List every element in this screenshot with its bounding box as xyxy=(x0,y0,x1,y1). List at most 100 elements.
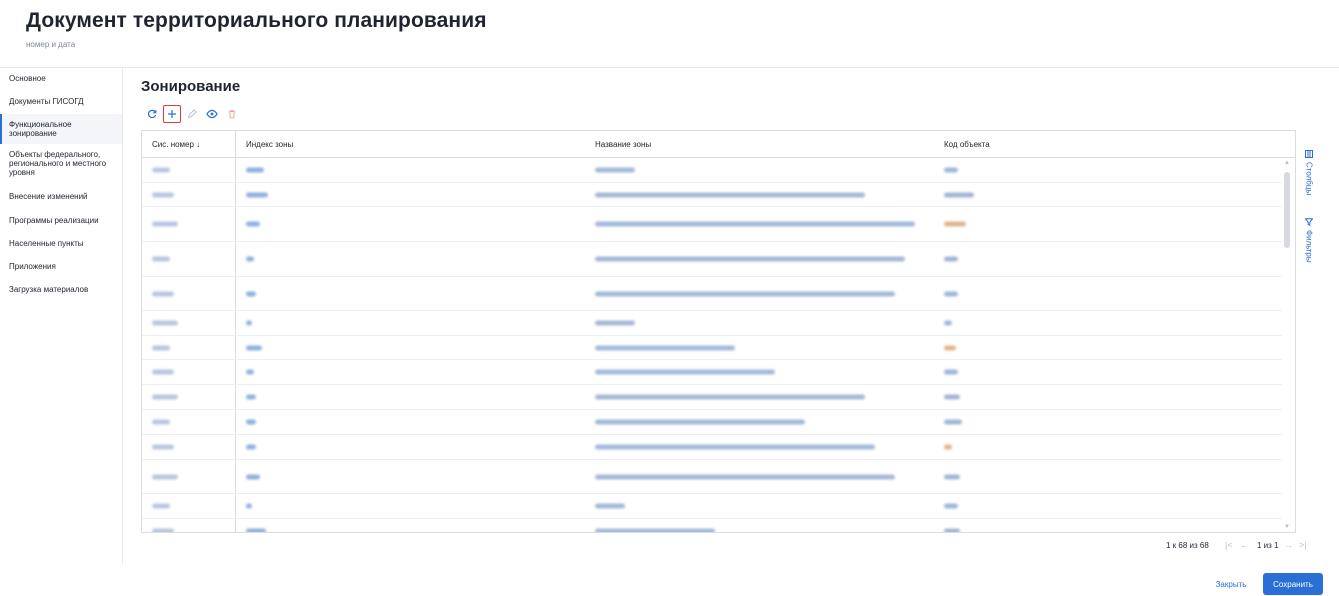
last-page-icon[interactable]: >| xyxy=(1299,540,1307,550)
vertical-scrollbar[interactable]: ▲ ▼ xyxy=(1283,160,1291,530)
cell-zone-name xyxy=(595,419,805,425)
table-row[interactable] xyxy=(142,311,1282,336)
column-header-object-code[interactable]: Код объекта xyxy=(944,131,990,158)
table-row[interactable] xyxy=(142,460,1282,494)
cell-sys-number xyxy=(152,167,170,173)
cell-sys-number xyxy=(152,345,170,350)
cell-zone-name xyxy=(595,192,865,197)
cell-zone-name xyxy=(595,474,895,479)
cell-object-code xyxy=(944,256,958,262)
sidebar-item-federal-objects[interactable]: Объекты федерального, регионального и ме… xyxy=(0,144,122,186)
columns-label: Столбцы xyxy=(1304,162,1314,196)
cell-object-code xyxy=(944,474,960,479)
add-button[interactable] xyxy=(163,105,181,123)
cell-zone-index xyxy=(246,345,262,350)
scroll-down-icon[interactable]: ▼ xyxy=(1283,524,1291,530)
columns-toggle[interactable]: Столбцы xyxy=(1303,150,1315,195)
sidebar-item-settlements[interactable]: Населенные пункты xyxy=(0,233,122,256)
cell-sys-number xyxy=(152,320,178,326)
first-page-icon[interactable]: |< xyxy=(1225,540,1233,550)
cell-sys-number xyxy=(152,291,174,296)
cell-zone-index xyxy=(246,320,252,326)
sidebar-item-gisogd-docs[interactable]: Документы ГИСОГД xyxy=(0,88,122,114)
cell-zone-index xyxy=(246,167,264,173)
close-button[interactable]: Закрыть xyxy=(1206,574,1256,594)
next-page-icon[interactable]: → xyxy=(1284,540,1293,550)
save-button[interactable]: Сохранить xyxy=(1263,573,1323,595)
table-row[interactable] xyxy=(142,183,1282,207)
cell-sys-number xyxy=(152,394,178,400)
table-row[interactable] xyxy=(142,410,1282,435)
cell-zone-index xyxy=(246,444,256,450)
trash-icon xyxy=(229,110,235,119)
cell-zone-name xyxy=(595,221,915,227)
cell-sys-number xyxy=(152,503,170,509)
sidebar-item-label: Документы ГИСОГД xyxy=(9,97,84,106)
sidebar-item-label: Приложения xyxy=(9,262,56,271)
cell-object-code xyxy=(944,503,958,509)
cell-object-code xyxy=(944,369,958,375)
columns-icon xyxy=(1305,150,1313,158)
table-row[interactable] xyxy=(142,494,1282,519)
cell-zone-name xyxy=(595,369,775,375)
cell-object-code xyxy=(944,320,952,326)
table-row[interactable] xyxy=(142,158,1282,183)
sidebar-item-changes[interactable]: Внесение изменений xyxy=(0,186,122,210)
cell-sys-number xyxy=(152,369,174,375)
cell-object-code xyxy=(944,419,962,425)
grid-toolbar xyxy=(143,104,243,124)
scroll-up-icon[interactable]: ▲ xyxy=(1283,160,1291,166)
footer xyxy=(0,564,1339,596)
table-row[interactable] xyxy=(142,242,1282,277)
filters-label: Фильтры xyxy=(1304,230,1314,263)
section-title: Зонирование xyxy=(141,78,241,95)
column-header-zone-name[interactable]: Название зоны xyxy=(595,131,651,158)
table-row[interactable] xyxy=(142,519,1282,532)
page-title: Документ территориального планирования xyxy=(26,9,487,32)
cell-sys-number xyxy=(152,192,174,197)
cell-object-code xyxy=(944,221,966,227)
cell-zone-index xyxy=(246,528,266,532)
cell-object-code xyxy=(944,528,960,532)
sidebar-item-label: Объекты федерального, регионального и ме… xyxy=(9,150,107,177)
column-header-zone-index[interactable]: Индекс зоны xyxy=(246,131,293,158)
cell-sys-number xyxy=(152,419,170,425)
cell-zone-name xyxy=(595,528,715,532)
table-row[interactable] xyxy=(142,336,1282,360)
filters-toggle[interactable]: Фильтры xyxy=(1303,218,1315,263)
cell-sys-number xyxy=(152,474,178,479)
sidebar-item-upload[interactable]: Загрузка материалов xyxy=(0,279,122,302)
table-row[interactable] xyxy=(142,207,1282,242)
cell-zone-name xyxy=(595,256,905,262)
delete-button[interactable] xyxy=(223,105,241,123)
view-button[interactable] xyxy=(203,105,221,123)
sidebar-item-programs[interactable]: Программы реализации xyxy=(0,210,122,233)
cell-zone-name xyxy=(595,167,635,173)
sidebar-item-functional-zoning[interactable]: Функциональное зонирование xyxy=(0,114,122,144)
scrollbar-thumb[interactable] xyxy=(1284,172,1290,248)
refresh-icon xyxy=(147,109,157,119)
table-row[interactable] xyxy=(142,435,1282,460)
sidebar-item-attachments[interactable]: Приложения xyxy=(0,256,122,279)
side-rail: Столбцы Фильтры xyxy=(1299,140,1339,290)
table-row[interactable] xyxy=(142,360,1282,385)
table-row[interactable] xyxy=(142,277,1282,311)
cell-zone-index xyxy=(246,221,260,227)
sidebar: Основное Документы ГИСОГД Функциональное… xyxy=(0,68,123,564)
filter-icon xyxy=(1305,218,1313,226)
cell-object-code xyxy=(944,167,958,173)
sidebar-item-label: Основное xyxy=(9,74,46,83)
cell-zone-index xyxy=(246,474,260,479)
column-header-sys-number[interactable]: Сис. номер ↓ xyxy=(152,131,200,158)
cell-zone-index xyxy=(246,503,252,509)
cell-object-code xyxy=(944,394,960,400)
cell-object-code xyxy=(944,291,958,296)
sidebar-item-main[interactable]: Основное xyxy=(0,68,122,88)
refresh-button[interactable] xyxy=(143,105,161,123)
pagination-range: 1 к 68 из 68 xyxy=(1166,541,1209,550)
table-row[interactable] xyxy=(142,385,1282,410)
sidebar-item-label: Загрузка материалов xyxy=(9,285,89,294)
pencil-icon xyxy=(187,109,197,119)
edit-button[interactable] xyxy=(183,105,201,123)
prev-page-icon[interactable]: ← xyxy=(1240,540,1249,550)
